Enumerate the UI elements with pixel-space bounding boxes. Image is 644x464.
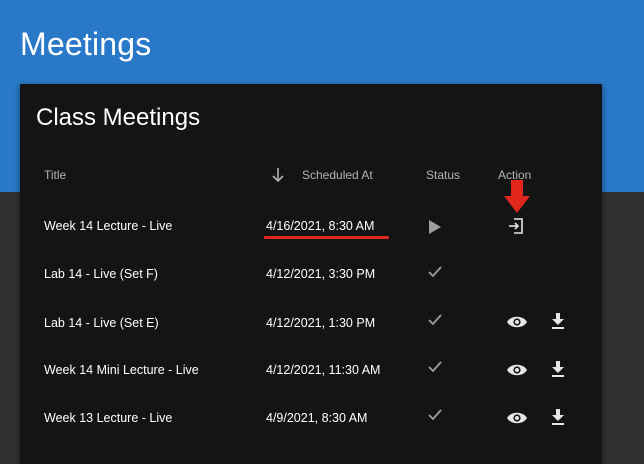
meeting-scheduled-at: 4/9/2021, 8:30 AM	[266, 411, 368, 425]
column-header-scheduled-at[interactable]: Scheduled At	[302, 168, 373, 182]
play-icon	[429, 220, 441, 234]
eye-icon[interactable]	[506, 362, 528, 378]
check-icon	[428, 361, 442, 373]
meeting-scheduled-at: 4/12/2021, 3:30 PM	[266, 267, 376, 281]
column-header-status[interactable]: Status	[426, 168, 460, 182]
meetings-card: Class Meetings Title Scheduled At Status…	[20, 84, 602, 464]
check-icon	[428, 409, 442, 421]
meeting-title: Lab 14 - Live (Set E)	[44, 316, 159, 330]
meeting-title: Week 14 Mini Lecture - Live	[44, 363, 199, 377]
meeting-title: Lab 14 - Live (Set F)	[44, 267, 158, 281]
meeting-scheduled-at: 4/12/2021, 1:30 PM	[266, 316, 376, 330]
card-title: Class Meetings	[36, 104, 201, 131]
arrow-down-sort-icon[interactable]	[270, 166, 286, 184]
download-icon[interactable]	[550, 408, 566, 426]
check-icon	[428, 266, 442, 278]
download-icon[interactable]	[550, 360, 566, 378]
meeting-title: Week 13 Lecture - Live	[44, 411, 173, 425]
meeting-scheduled-at: 4/16/2021, 8:30 AM	[266, 219, 375, 233]
eye-icon[interactable]	[506, 314, 528, 330]
red-arrow-annotation-icon	[504, 180, 530, 213]
eye-icon[interactable]	[506, 410, 528, 426]
page-title: Meetings	[20, 26, 152, 62]
meeting-scheduled-at: 4/12/2021, 11:30 AM	[266, 363, 381, 377]
enter-meeting-icon[interactable]	[507, 217, 525, 235]
column-header-title[interactable]: Title	[44, 168, 66, 182]
check-icon	[428, 314, 442, 326]
download-icon[interactable]	[550, 312, 566, 330]
meeting-title: Week 14 Lecture - Live	[44, 219, 173, 233]
red-underline-annotation	[264, 236, 389, 239]
